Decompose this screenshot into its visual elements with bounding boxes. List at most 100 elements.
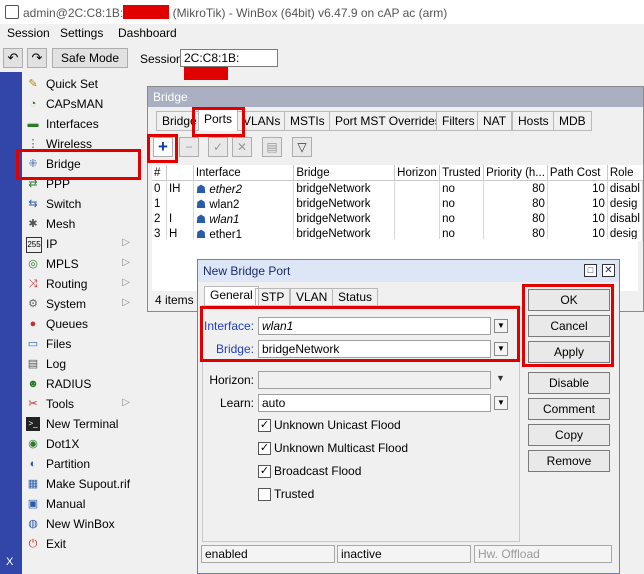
nav-item-tools[interactable]: ✂ Tools ▷: [22, 394, 140, 414]
undo-icon[interactable]: ↶: [3, 48, 23, 68]
row-interface: ☗ wlan2: [193, 196, 295, 211]
tab-mdb[interactable]: MDB: [553, 111, 592, 131]
comment-icon[interactable]: ▤: [262, 137, 282, 157]
nav-item-queues[interactable]: ● Queues: [22, 314, 140, 334]
exit-icon: ⏻: [28, 538, 38, 550]
row-path-cost: 10: [547, 196, 608, 211]
col-path-cost[interactable]: Path Cost: [547, 165, 608, 181]
trusted-checkbox[interactable]: [258, 488, 271, 501]
switch-icon: ⇆: [28, 198, 38, 210]
menu-dashboard[interactable]: Dashboard: [118, 26, 177, 40]
dialog-title-bar: New Bridge Port □ ✕: [198, 260, 619, 282]
nav-item-manual[interactable]: ▣ Manual: [22, 494, 140, 514]
enable-icon[interactable]: ✓: [208, 137, 228, 157]
table-row[interactable]: 2 I ☗ wlan1 bridgeNetwork no 80 10 disab…: [152, 211, 644, 226]
nav-item-make-supout[interactable]: ▦ Make Supout.rif: [22, 474, 140, 494]
col-bridge[interactable]: Bridge: [293, 165, 396, 181]
row-priority: 80: [483, 196, 548, 211]
nav-item-exit[interactable]: ⏻ Exit: [22, 534, 140, 554]
row-role: disabl: [607, 180, 644, 196]
copy-button[interactable]: Copy: [528, 424, 610, 446]
nav-item-capsman[interactable]: ◔ CAPsMAN: [22, 94, 140, 114]
nav-item-partition[interactable]: ◐ Partition: [22, 454, 140, 474]
col-trusted[interactable]: Trusted: [439, 165, 485, 181]
tab-vlan[interactable]: VLAN: [290, 288, 334, 306]
col-flags[interactable]: [166, 165, 194, 181]
row-num: 2: [152, 211, 167, 226]
horizon-label: Horizon:: [209, 373, 254, 387]
nav-item-quick-set[interactable]: ✎ Quick Set: [22, 74, 140, 94]
nav-item-dot1x[interactable]: ◉ Dot1X: [22, 434, 140, 454]
remove-icon[interactable]: −: [179, 137, 199, 157]
row-trusted: no: [439, 211, 485, 226]
tab-filters[interactable]: Filters: [436, 111, 481, 131]
comment-button[interactable]: Comment: [528, 398, 610, 420]
highlight-bridge-nav: [16, 149, 141, 180]
interfaces-icon: ▬: [27, 118, 39, 130]
tab-status[interactable]: Status: [332, 288, 379, 306]
redo-icon[interactable]: ↷: [27, 48, 47, 68]
filter-icon[interactable]: ▽: [292, 137, 312, 157]
row-flags: IH: [166, 180, 194, 196]
dropdown-triangle-icon[interactable]: ▼: [496, 373, 505, 383]
nav-item-files[interactable]: ▭ Files: [22, 334, 140, 354]
supout-icon: ▦: [27, 478, 39, 490]
terminal-icon: >_: [26, 417, 40, 431]
chevron-right-icon: ▷: [122, 237, 130, 248]
close-icon[interactable]: ✕: [602, 264, 615, 277]
horizon-field[interactable]: [258, 371, 491, 389]
remove-button[interactable]: Remove: [528, 450, 610, 472]
nav-item-mesh[interactable]: ✱ Mesh: [22, 214, 140, 234]
learn-select[interactable]: auto: [258, 394, 491, 412]
quick-set-icon: ✎: [28, 78, 38, 90]
menu-settings[interactable]: Settings: [60, 26, 103, 40]
tab-mstis[interactable]: MSTIs: [284, 111, 331, 131]
nav-item-log[interactable]: ▤ Log: [22, 354, 140, 374]
highlight-ports-tab: [192, 107, 245, 137]
tools-icon: ✂: [28, 398, 38, 410]
col-interface[interactable]: Interface: [193, 165, 295, 181]
nav-item-new-terminal[interactable]: >_ New Terminal: [22, 414, 140, 434]
row-trusted: no: [439, 180, 485, 196]
nav-item-routing[interactable]: ⤨ Routing ▷: [22, 274, 140, 294]
nav-item-system[interactable]: ⚙ System ▷: [22, 294, 140, 314]
nav-item-switch[interactable]: ⇆ Switch: [22, 194, 140, 214]
menu-session[interactable]: Session: [7, 26, 50, 40]
tab-stp[interactable]: STP: [255, 288, 291, 306]
row-bridge: bridgeNetwork: [293, 196, 396, 211]
tab-hosts[interactable]: Hosts: [512, 111, 555, 131]
safe-mode-button[interactable]: Safe Mode: [52, 48, 128, 68]
tab-general[interactable]: General: [204, 286, 259, 306]
disable-button[interactable]: Disable: [528, 372, 610, 394]
table-row[interactable]: 1 ☗ wlan2 bridgeNetwork no 80 10 desig: [152, 196, 644, 211]
col-num[interactable]: #: [152, 165, 167, 181]
broadcast-flood-checkbox[interactable]: ✓: [258, 465, 271, 478]
col-role[interactable]: Role: [607, 165, 643, 181]
tab-port-mst-overrides[interactable]: Port MST Overrides: [329, 111, 447, 131]
broadcast-flood-label: Broadcast Flood: [274, 464, 362, 478]
nav-item-mpls[interactable]: ◎ MPLS ▷: [22, 254, 140, 274]
session-field[interactable]: 2C:C8:1B:: [180, 49, 278, 80]
nav-item-interfaces[interactable]: ▬ Interfaces: [22, 114, 140, 134]
maximize-icon[interactable]: □: [584, 264, 597, 277]
ip-icon: 255: [26, 237, 42, 253]
unknown-multicast-flood-checkbox[interactable]: ✓: [258, 442, 271, 455]
table-row[interactable]: 0 IH ☗ ether2 bridgeNetwork no 80 10 dis…: [152, 180, 644, 196]
col-horizon[interactable]: Horizon: [394, 165, 441, 181]
dropdown-icon[interactable]: ▼: [494, 396, 508, 410]
nav-item-radius[interactable]: ☻ RADIUS: [22, 374, 140, 394]
highlight-add-button: [147, 134, 178, 163]
port-icon: ☗: [195, 213, 207, 226]
tab-nat[interactable]: NAT: [477, 111, 513, 131]
mesh-icon: ✱: [28, 218, 38, 230]
item-count: 4 items: [155, 293, 194, 307]
nav-item-new-winbox[interactable]: ◍ New WinBox: [22, 514, 140, 534]
window-title-bar: admin@2C:C8:1B: (MikroTik) - WinBox (64b…: [0, 0, 644, 24]
col-priority[interactable]: Priority (h...: [483, 165, 548, 181]
ports-table: # Interface Bridge Horizon Trusted Prior…: [152, 165, 644, 241]
menu-bar: Session Settings Dashboard: [0, 24, 644, 44]
nav-item-ip[interactable]: 255 IP ▷: [22, 234, 140, 254]
row-priority: 80: [483, 211, 548, 226]
unknown-unicast-flood-checkbox[interactable]: ✓: [258, 419, 271, 432]
disable-icon[interactable]: ✕: [232, 137, 252, 157]
